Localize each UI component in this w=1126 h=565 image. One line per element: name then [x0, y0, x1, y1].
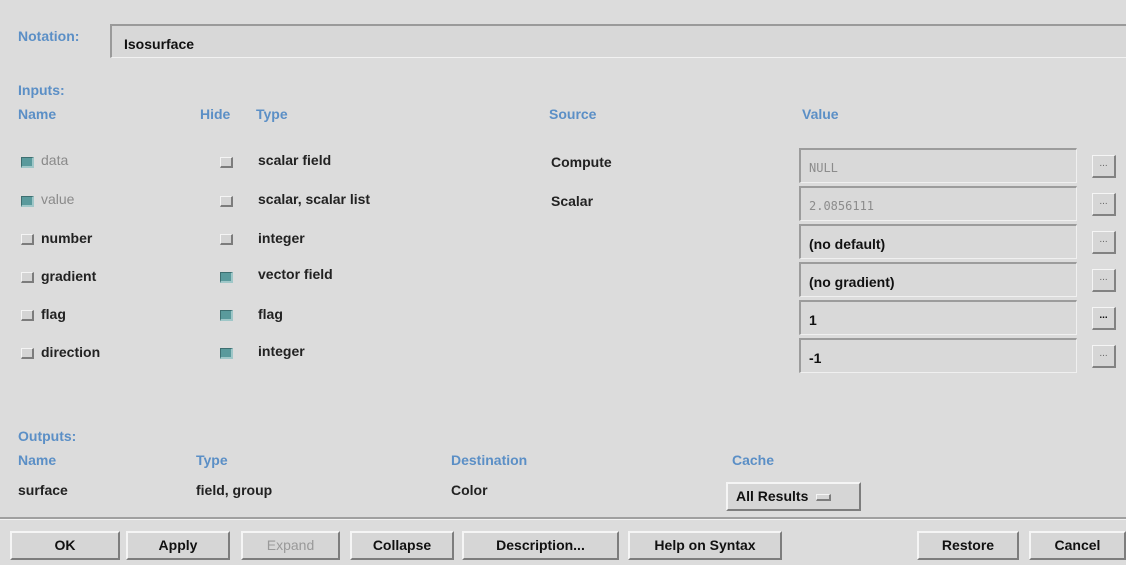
input-direction-browse-button[interactable]: ...	[1092, 345, 1116, 368]
input-flag-type: flag	[258, 306, 283, 322]
notation-label: Notation:	[18, 28, 80, 44]
input-number-checkbox[interactable]	[21, 234, 34, 245]
input-data-name: data	[41, 152, 69, 168]
input-number-name: number	[41, 230, 93, 246]
input-data-hide-checkbox[interactable]	[220, 157, 233, 168]
input-direction-name: direction	[41, 344, 101, 360]
inputs-section-label: Inputs:	[18, 82, 65, 98]
input-data-browse-button[interactable]: ...	[1092, 155, 1116, 178]
outputs-header-type: Type	[196, 452, 228, 468]
input-gradient-name: gradient	[41, 268, 97, 284]
input-direction-value[interactable]: -1	[799, 338, 1077, 373]
input-number-type: integer	[258, 230, 305, 246]
description-button[interactable]: Description...	[462, 531, 619, 560]
outputs-header-destination: Destination	[451, 452, 528, 468]
ok-button[interactable]: OK	[10, 531, 120, 560]
notation-field[interactable]: Isosurface	[110, 24, 1126, 58]
input-number-hide-checkbox[interactable]	[220, 234, 233, 245]
outputs-header-name: Name	[18, 452, 57, 468]
restore-button[interactable]: Restore	[917, 531, 1019, 560]
input-direction-hide-checkbox[interactable]	[220, 348, 233, 359]
input-flag-checkbox[interactable]	[21, 310, 34, 321]
inputs-header-value: Value	[802, 106, 839, 122]
inputs-header-name: Name	[18, 106, 57, 122]
cache-option-menu[interactable]: All Results	[726, 482, 861, 511]
input-data-checkbox[interactable]	[21, 157, 34, 168]
inputs-header-type: Type	[256, 106, 288, 122]
input-value-checkbox[interactable]	[21, 196, 34, 207]
input-flag-browse-button[interactable]: ...	[1092, 307, 1116, 330]
expand-button[interactable]: Expand	[241, 531, 340, 560]
help-on-syntax-button[interactable]: Help on Syntax	[628, 531, 782, 560]
input-gradient-type: vector field	[258, 266, 333, 282]
input-flag-name: flag	[41, 306, 66, 322]
cancel-button[interactable]: Cancel	[1029, 531, 1126, 560]
collapse-button[interactable]: Collapse	[350, 531, 454, 560]
input-value-browse-button[interactable]: ...	[1092, 193, 1116, 216]
input-direction-checkbox[interactable]	[21, 348, 34, 359]
input-value-source: Scalar	[551, 193, 594, 209]
cache-option-label: All Results	[736, 488, 809, 504]
inputs-header-source: Source	[549, 106, 597, 122]
input-flag-value[interactable]: 1	[799, 300, 1077, 335]
output-surface-destination: Color	[451, 482, 488, 498]
input-data-value[interactable]: NULL	[799, 148, 1077, 183]
input-value-type: scalar, scalar list	[258, 191, 371, 207]
input-number-browse-button[interactable]: ...	[1092, 231, 1116, 254]
option-menu-indicator-icon	[816, 493, 832, 501]
input-gradient-checkbox[interactable]	[21, 272, 34, 283]
input-value-name: value	[41, 191, 75, 207]
input-gradient-value[interactable]: (no gradient)	[799, 262, 1077, 297]
inputs-header-hide: Hide	[200, 106, 231, 122]
input-direction-type: integer	[258, 343, 305, 359]
apply-button[interactable]: Apply	[126, 531, 230, 560]
outputs-header-cache: Cache	[732, 452, 775, 468]
button-bar-separator	[0, 517, 1126, 520]
output-surface-name: surface	[18, 482, 68, 498]
input-value-hide-checkbox[interactable]	[220, 196, 233, 207]
input-flag-hide-checkbox[interactable]	[220, 310, 233, 321]
input-value-value[interactable]: 2.0856111	[799, 186, 1077, 221]
input-data-source: Compute	[551, 154, 612, 170]
input-number-value[interactable]: (no default)	[799, 224, 1077, 259]
input-gradient-hide-checkbox[interactable]	[220, 272, 233, 283]
outputs-section-label: Outputs:	[18, 428, 77, 444]
input-gradient-browse-button[interactable]: ...	[1092, 269, 1116, 292]
output-surface-type: field, group	[196, 482, 273, 498]
input-data-type: scalar field	[258, 152, 332, 168]
